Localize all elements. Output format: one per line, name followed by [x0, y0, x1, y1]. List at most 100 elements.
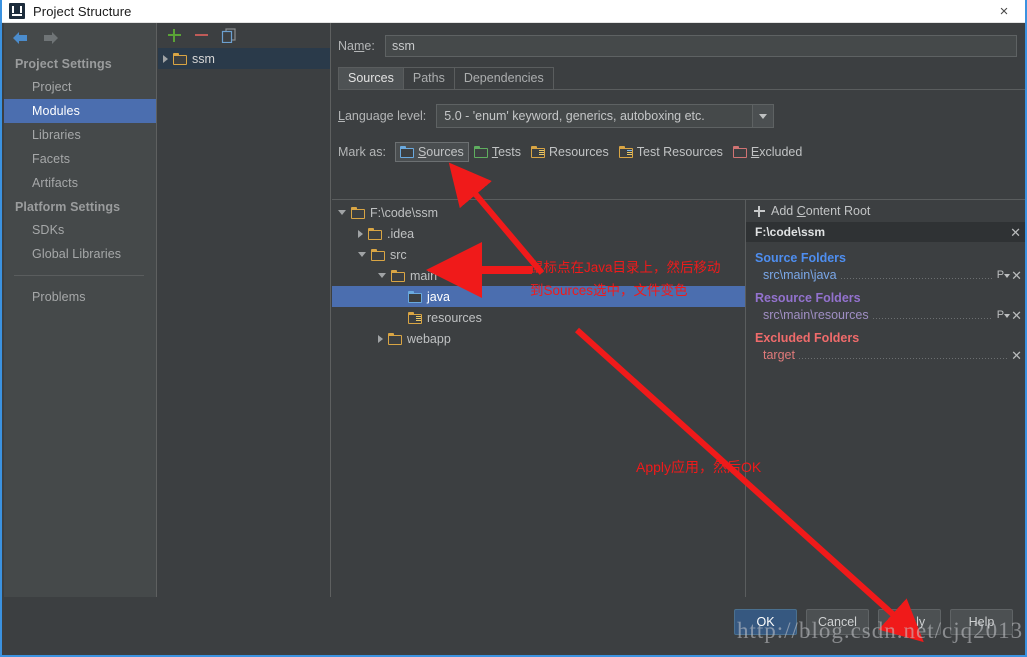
back-arrow-icon[interactable] [12, 31, 29, 45]
resource-folder-item[interactable]: src\main\resources P ✕ [755, 308, 1025, 322]
close-icon[interactable]: × [987, 0, 1021, 23]
sources-folder-icon [408, 290, 422, 303]
plus-icon [754, 205, 765, 217]
tree-row-java[interactable]: java [332, 286, 745, 307]
tree-row-label: webapp [407, 331, 451, 346]
tree-row-content-root[interactable]: F:\code\ssm [332, 202, 745, 223]
sidebar-item-artifacts[interactable]: Artifacts [4, 171, 156, 195]
tree-row-resources[interactable]: resources [332, 307, 745, 328]
expand-arrow-icon[interactable] [163, 54, 168, 63]
mark-as-row: Mark as: Sources Tests Resources Test Re… [332, 128, 1025, 162]
folder-icon [371, 248, 385, 261]
sidebar-item-libraries[interactable]: Libraries [4, 123, 156, 147]
tree-row-label: resources [427, 310, 482, 325]
help-button[interactable]: Help [950, 609, 1013, 635]
copy-module-button[interactable] [221, 28, 237, 44]
add-module-button[interactable] [167, 28, 182, 43]
intellij-idea-logo-icon [9, 3, 25, 19]
content-roots-panel: Add Content Root F:\code\ssm ✕ Source Fo… [746, 199, 1025, 620]
language-level-value: 5.0 - 'enum' keyword, generics, autoboxi… [444, 109, 705, 123]
dotted-leader [872, 318, 993, 319]
sidebar-item-facets[interactable]: Facets [4, 147, 156, 171]
excluded-folder-icon [732, 146, 747, 158]
excluded-folder-path: target [763, 348, 795, 362]
sidebar-item-sdks[interactable]: SDKs [4, 218, 156, 242]
source-folder-path: src\main\java [763, 268, 837, 282]
source-folders-section: Source Folders src\main\java P ✕ [746, 242, 1025, 282]
expand-arrow-icon[interactable] [358, 229, 363, 238]
module-name-input[interactable] [385, 35, 1017, 57]
apply-button[interactable]: Apply [878, 609, 941, 635]
sidebar-item-problems[interactable]: Problems [4, 285, 156, 309]
remove-module-button[interactable] [194, 28, 209, 43]
sidebar-group-project-settings: Project Settings Project Modules Librari… [4, 52, 156, 195]
excluded-folders-title: Excluded Folders [755, 331, 860, 345]
source-folder-item[interactable]: src\main\java P ✕ [755, 268, 1025, 282]
package-prefix-button[interactable]: P [997, 309, 1011, 321]
content-tree: F:\code\ssm .idea src main java resource… [332, 199, 746, 620]
tree-row-main[interactable]: main [332, 265, 745, 286]
cancel-button[interactable]: Cancel [806, 609, 869, 635]
package-prefix-button[interactable]: P [997, 269, 1011, 281]
source-folders-title: Source Folders [755, 251, 846, 265]
remove-resource-folder-icon[interactable]: ✕ [1011, 309, 1022, 322]
mark-as-resources-button[interactable]: Resources [526, 142, 614, 162]
tree-row-idea[interactable]: .idea [332, 223, 745, 244]
collapse-arrow-icon[interactable] [358, 252, 366, 257]
collapse-arrow-icon[interactable] [378, 273, 386, 278]
dotted-leader [840, 278, 993, 279]
tree-row-label: src [390, 247, 407, 262]
sidebar-item-modules[interactable]: Modules [4, 99, 156, 123]
remove-excluded-folder-icon[interactable]: ✕ [1011, 349, 1022, 362]
resource-folder-path: src\main\resources [763, 308, 869, 322]
settings-sidebar: Project Settings Project Modules Librari… [4, 23, 157, 597]
sidebar-item-global-libraries[interactable]: Global Libraries [4, 242, 156, 266]
modules-list-panel: ssm [158, 23, 331, 597]
dotted-leader [798, 358, 1008, 359]
content-root-header: F:\code\ssm ✕ [746, 222, 1025, 242]
mark-as-tests-label: Tests [491, 145, 521, 159]
collapse-arrow-icon[interactable] [338, 210, 346, 215]
language-level-label: Language level: [338, 109, 427, 123]
expand-arrow-icon[interactable] [378, 334, 383, 343]
mark-as-sources-button[interactable]: Sources [394, 142, 469, 162]
sources-split: F:\code\ssm .idea src main java resource… [332, 199, 1025, 620]
module-editor: Name: Sources Paths Dependencies Languag… [332, 23, 1025, 620]
sidebar-group-platform-settings: Platform Settings SDKs Global Libraries [4, 195, 156, 266]
mark-as-excluded-label: Excluded [750, 145, 803, 159]
module-folder-icon [173, 52, 187, 65]
tree-row-webapp[interactable]: webapp [332, 328, 745, 349]
sidebar-group-label: Platform Settings [15, 200, 121, 214]
excluded-folder-item[interactable]: target ✕ [755, 348, 1025, 362]
mark-as-sources-label: Sources [417, 145, 464, 159]
chevron-down-icon[interactable] [752, 105, 774, 127]
tree-row-label: main [410, 268, 438, 283]
ok-button[interactable]: OK [734, 609, 797, 635]
dialog-buttons: OK Cancel Apply Help [734, 609, 1013, 635]
tab-dependencies[interactable]: Dependencies [453, 67, 554, 89]
sidebar-item-project[interactable]: Project [4, 75, 156, 99]
dialog-footer: OK Cancel Apply Help [4, 597, 1025, 653]
remove-content-root-icon[interactable]: ✕ [1010, 226, 1021, 239]
resource-folders-title: Resource Folders [755, 291, 861, 305]
resources-folder-icon [408, 311, 422, 324]
mark-as-tests-button[interactable]: Tests [469, 142, 526, 162]
folder-icon [368, 227, 382, 240]
editor-tabs: Sources Paths Dependencies [338, 67, 1025, 89]
tab-paths[interactable]: Paths [402, 67, 455, 89]
language-level-select[interactable]: 5.0 - 'enum' keyword, generics, autoboxi… [436, 104, 775, 128]
remove-source-folder-icon[interactable]: ✕ [1011, 269, 1022, 282]
add-content-root-button[interactable]: Add Content Root [746, 200, 1025, 222]
module-row-ssm[interactable]: ssm [158, 48, 330, 69]
mark-as-resources-label: Resources [549, 145, 609, 159]
test-resources-folder-icon [618, 146, 633, 158]
mark-as-excluded-button[interactable]: Excluded [728, 142, 807, 162]
tree-row-src[interactable]: src [332, 244, 745, 265]
window-title: Project Structure [33, 3, 132, 19]
tab-sources[interactable]: Sources [338, 67, 404, 89]
mark-as-test-resources-button[interactable]: Test Resources [614, 142, 728, 162]
title-bar: Project Structure × [2, 0, 1025, 23]
sidebar-group-label: Project Settings [15, 57, 112, 71]
resource-folders-section: Resource Folders src\main\resources P ✕ [746, 282, 1025, 322]
language-level-row: Language level: 5.0 - 'enum' keyword, ge… [332, 90, 1025, 128]
